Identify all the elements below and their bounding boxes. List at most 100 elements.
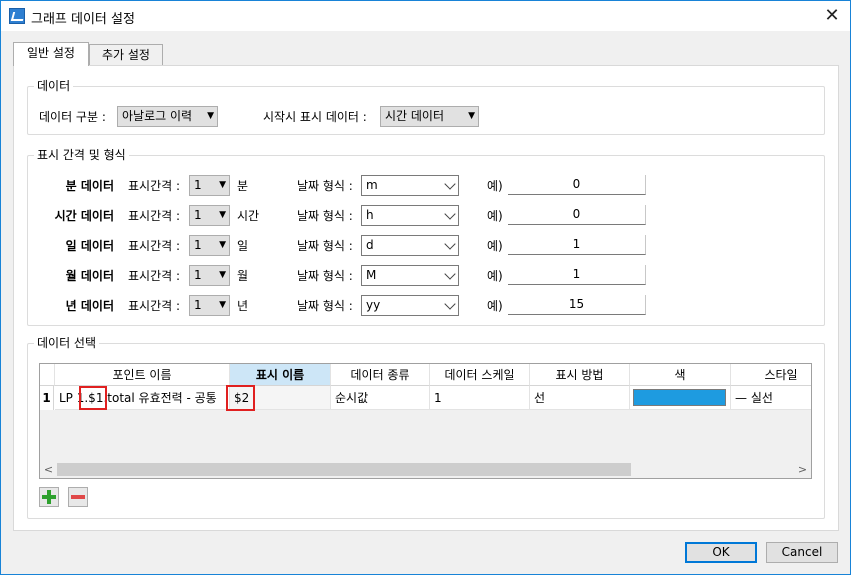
interval-value: 1 xyxy=(194,268,202,282)
chevron-down-icon xyxy=(444,298,456,310)
dropdown-arrow-icon: ▼ xyxy=(219,210,226,220)
interval-value: 1 xyxy=(194,208,202,222)
interval-unit: 월 xyxy=(237,269,249,283)
interval-group: 표시 간격 및 형식 분 데이터 표시간격 :1 ▼ 분 날짜 형식 : m 예) 0 시간 데… xyxy=(27,148,825,326)
chevron-down-icon xyxy=(444,208,456,220)
interval-dropdown[interactable]: 1 ▼ xyxy=(189,175,230,196)
col-header-display-method[interactable]: 표시 방법 xyxy=(530,364,630,386)
dropdown-arrow-icon: ▼ xyxy=(219,270,226,280)
data-type-value: 아날로그 이력 xyxy=(122,109,193,123)
example-value: 1 xyxy=(508,235,646,255)
date-format-combo[interactable]: d xyxy=(361,235,459,256)
example-label: 예) xyxy=(487,209,503,223)
date-format-label: 날짜 형식 : xyxy=(297,209,353,223)
minus-icon xyxy=(71,495,85,499)
data-group-title: 데이터 xyxy=(34,79,74,93)
remove-row-button[interactable] xyxy=(68,487,88,507)
date-format-combo[interactable]: yy xyxy=(361,295,459,316)
date-format-value: yy xyxy=(366,298,381,312)
date-format-label: 날짜 형식 : xyxy=(297,179,353,193)
date-format-value: d xyxy=(366,238,374,252)
dropdown-arrow-icon: ▼ xyxy=(219,180,226,190)
col-header-color[interactable]: 색 xyxy=(630,364,731,386)
col-header-point-name[interactable]: 포인트 이름 xyxy=(55,364,230,386)
interval-label: 표시간격 : xyxy=(128,239,181,253)
data-grid[interactable]: 포인트 이름 표시 이름 데이터 종류 데이터 스케일 표시 방법 색 스타일 … xyxy=(39,363,812,479)
interval-label: 표시간격 : xyxy=(128,209,181,223)
interval-unit: 시간 xyxy=(237,209,260,223)
example-value: 15 xyxy=(508,295,646,315)
date-format-value: h xyxy=(366,208,374,222)
dropdown-arrow-icon: ▼ xyxy=(468,111,475,121)
cell-style[interactable]: — 실선 xyxy=(731,386,811,410)
cell-display-method[interactable]: 선 xyxy=(530,386,630,410)
color-swatch[interactable] xyxy=(633,389,726,406)
tab-general[interactable]: 일반 설정 xyxy=(13,42,89,66)
start-data-dropdown[interactable]: 시간 데이터 ▼ xyxy=(380,106,479,127)
start-data-value: 시간 데이터 xyxy=(385,109,445,123)
date-format-value: M xyxy=(366,268,377,282)
interval-row-name: 일 데이터 xyxy=(65,239,114,253)
data-select-group-title: 데이터 선택 xyxy=(34,336,100,350)
interval-unit: 분 xyxy=(237,179,249,193)
example-value: 0 xyxy=(508,175,646,195)
interval-unit: 일 xyxy=(237,239,249,253)
highlight-box-point xyxy=(79,386,107,410)
horizontal-scrollbar[interactable]: < > xyxy=(40,461,811,478)
dialog-window: 그래프 데이터 설정 ✕ 일반 설정 추가 설정 데이터 데이터 구분 : 아날… xyxy=(0,0,851,575)
example-label: 예) xyxy=(487,269,503,283)
data-type-label: 데이터 구분 : xyxy=(39,110,106,124)
cell-color[interactable] xyxy=(630,386,731,410)
dropdown-arrow-icon: ▼ xyxy=(207,111,214,121)
date-format-combo[interactable]: h xyxy=(361,205,459,226)
chevron-down-icon xyxy=(444,268,456,280)
add-row-button[interactable] xyxy=(39,487,59,507)
date-format-label: 날짜 형식 : xyxy=(297,239,353,253)
dropdown-arrow-icon: ▼ xyxy=(219,300,226,310)
data-type-dropdown[interactable]: 아날로그 이력 ▼ xyxy=(117,106,218,127)
interval-dropdown[interactable]: 1 ▼ xyxy=(189,295,230,316)
interval-value: 1 xyxy=(194,298,202,312)
scroll-thumb[interactable] xyxy=(57,463,631,476)
col-header-data-scale[interactable]: 데이터 스케일 xyxy=(430,364,530,386)
interval-value: 1 xyxy=(194,238,202,252)
interval-row-name: 년 데이터 xyxy=(65,299,114,313)
interval-dropdown[interactable]: 1 ▼ xyxy=(189,235,230,256)
scroll-right-icon[interactable]: > xyxy=(794,461,811,478)
example-value: 0 xyxy=(508,205,646,225)
window-title: 그래프 데이터 설정 xyxy=(31,12,135,27)
date-format-label: 날짜 형식 : xyxy=(297,269,353,283)
interval-label: 표시간격 : xyxy=(128,269,181,283)
example-value: 1 xyxy=(508,265,646,285)
highlight-box-display xyxy=(226,385,255,411)
interval-row-name: 월 데이터 xyxy=(65,269,114,283)
tab-additional[interactable]: 추가 설정 xyxy=(89,44,163,66)
example-label: 예) xyxy=(487,299,503,313)
date-format-combo[interactable]: m xyxy=(361,175,459,196)
col-header-display-name[interactable]: 표시 이름 xyxy=(230,364,331,386)
close-icon[interactable]: ✕ xyxy=(820,4,844,28)
date-format-value: m xyxy=(366,178,378,192)
cell-data-scale[interactable]: 1 xyxy=(430,386,530,410)
scroll-left-icon[interactable]: < xyxy=(40,461,57,478)
title-bar: 그래프 데이터 설정 ✕ xyxy=(1,1,850,31)
row-number: 1 xyxy=(40,386,54,410)
cell-data-kind[interactable]: 순시값 xyxy=(331,386,430,410)
chevron-down-icon xyxy=(444,238,456,250)
col-header-style[interactable]: 스타일 xyxy=(731,364,811,386)
date-format-combo[interactable]: M xyxy=(361,265,459,286)
ok-button[interactable]: OK xyxy=(685,542,757,563)
interval-label: 표시간격 : xyxy=(128,179,181,193)
interval-row-name: 시간 데이터 xyxy=(54,209,114,223)
interval-dropdown[interactable]: 1 ▼ xyxy=(189,265,230,286)
interval-dropdown[interactable]: 1 ▼ xyxy=(189,205,230,226)
interval-unit: 년 xyxy=(237,299,249,313)
example-label: 예) xyxy=(487,179,503,193)
plus-icon xyxy=(42,490,56,504)
cancel-button[interactable]: Cancel xyxy=(766,542,838,563)
date-format-label: 날짜 형식 : xyxy=(297,299,353,313)
interval-row-name: 분 데이터 xyxy=(65,179,114,193)
col-header-data-kind[interactable]: 데이터 종류 xyxy=(331,364,430,386)
start-data-label: 시작시 표시 데이터 : xyxy=(263,110,367,124)
grid-empty-area xyxy=(40,410,811,462)
